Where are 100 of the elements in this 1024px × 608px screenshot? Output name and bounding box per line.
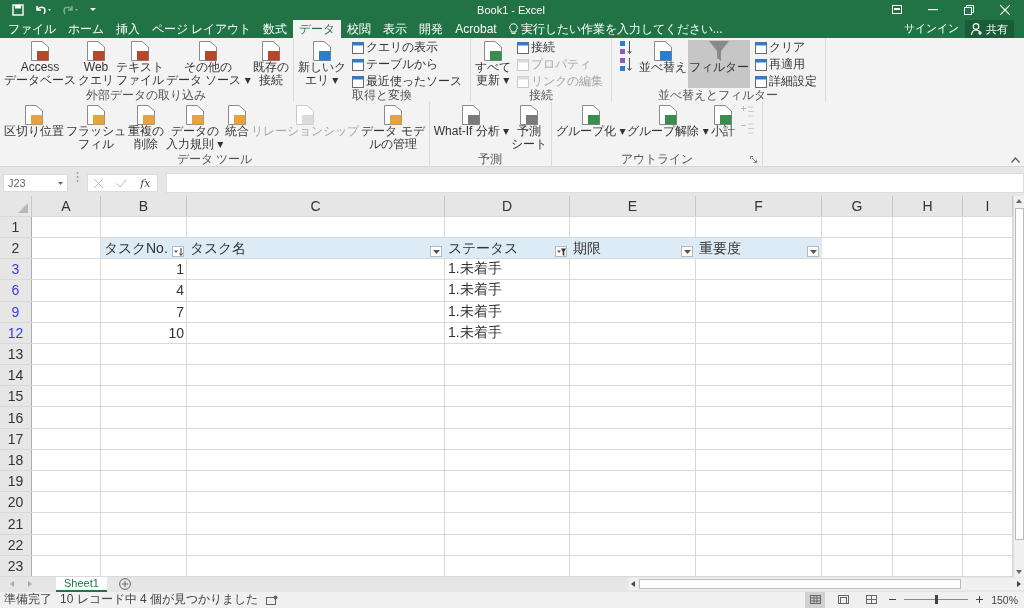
horizontal-scrollbar[interactable] [628, 578, 1024, 591]
ribbon-button[interactable]: 詳細設定 [752, 74, 819, 90]
formula-input[interactable] [166, 173, 1024, 194]
ribbon-button[interactable]: グループ化 ▾ [555, 104, 627, 153]
filter-dropdown-button[interactable] [555, 246, 567, 258]
ribbon-button[interactable]: 小計 [709, 104, 736, 153]
save-icon[interactable] [12, 3, 24, 16]
ribbon-button[interactable]: 新しいク エリ ▾ [296, 40, 347, 89]
zoom-slider-thumb[interactable] [935, 595, 939, 605]
ribbon-tab[interactable]: 開発 [413, 20, 450, 39]
ribbon-button[interactable]: クエリの表示 [349, 40, 464, 56]
ribbon-button[interactable]: Web クエリ [77, 40, 115, 89]
share-button[interactable]: 共有 [965, 20, 1014, 39]
row-header[interactable]: 23 [0, 555, 32, 576]
ribbon-button[interactable]: グループ解除 ▾ [626, 104, 710, 153]
sort-desc-button[interactable] [617, 57, 635, 73]
ribbon-button[interactable]: 再適用 [752, 57, 819, 73]
row-header[interactable]: 20 [0, 492, 32, 513]
column-header[interactable]: G [822, 195, 893, 216]
column-header[interactable]: H [893, 195, 963, 216]
column-header[interactable]: F [696, 195, 822, 216]
ribbon-button[interactable]: 重複の 削除 [127, 104, 165, 153]
column-header[interactable]: D [445, 195, 570, 216]
row-header[interactable]: 12 [0, 322, 32, 343]
scroll-up-icon[interactable] [1016, 198, 1022, 203]
column-header[interactable]: C [187, 195, 445, 216]
scroll-left-icon[interactable] [631, 581, 635, 588]
ribbon-button[interactable]: フラッシュ フィル [65, 104, 127, 153]
zoom-in-icon[interactable] [976, 596, 984, 604]
column-header[interactable]: B [101, 195, 187, 216]
table-cell-text: 7 [175, 302, 185, 322]
insert-function-button[interactable]: fx [140, 176, 151, 190]
ribbon-button[interactable]: 並べ替え [637, 40, 688, 89]
ribbon-button[interactable]: 最近使ったソース [349, 74, 464, 90]
sign-in-link[interactable]: サインイン [904, 21, 959, 37]
ribbon-button[interactable]: 既存の 接続 [251, 40, 290, 89]
ribbon-tab[interactable]: ページ レイアウト [146, 20, 258, 39]
row-header[interactable]: 2 [0, 238, 32, 259]
grip-icon[interactable] [76, 172, 79, 183]
add-sheet-icon[interactable] [118, 578, 131, 591]
column-header[interactable]: I [963, 195, 1013, 216]
ribbon-button[interactable]: 区切り位置 [3, 104, 65, 153]
row-header[interactable]: 9 [0, 301, 32, 322]
ribbon-button[interactable]: すべて 更新 ▾ [473, 40, 512, 89]
tell-me-field[interactable]: 実行したい作業を入力してください... [508, 20, 756, 39]
row-header[interactable]: 1 [0, 216, 32, 237]
row-header[interactable]: 15 [0, 386, 32, 407]
close-icon[interactable] [1000, 4, 1010, 15]
ribbon-tab[interactable]: 表示 [377, 20, 414, 39]
macro-record-icon[interactable] [266, 595, 279, 605]
row-header[interactable]: 6 [0, 280, 32, 301]
row-header[interactable]: 18 [0, 449, 32, 471]
undo-icon[interactable] [34, 3, 52, 16]
restore-icon[interactable] [964, 4, 974, 15]
ribbon-button[interactable]: その他の データ ソース ▾ [165, 40, 252, 89]
row-header[interactable]: 3 [0, 259, 32, 280]
ribbon-button[interactable]: フィルター [687, 40, 750, 89]
row-header[interactable]: 19 [0, 471, 32, 492]
ribbon-button[interactable]: テーブルから [349, 57, 464, 73]
ribbon-button[interactable]: 接続 [514, 40, 605, 56]
filter-dropdown-button[interactable] [430, 246, 442, 258]
row-header[interactable]: 13 [0, 343, 32, 365]
ribbon-tab[interactable]: 挿入 [110, 20, 146, 39]
ribbon-button[interactable]: クリア [752, 40, 819, 56]
filter-dropdown-button[interactable] [807, 246, 819, 258]
ribbon-tab[interactable]: ホーム [62, 20, 110, 39]
name-box[interactable]: J23 [3, 174, 68, 193]
column-header[interactable]: E [570, 195, 696, 216]
scroll-down-icon[interactable] [1016, 570, 1022, 574]
ribbon-button[interactable]: テキスト ファイル [115, 40, 165, 89]
ribbon-button[interactable]: 統合 [224, 104, 251, 153]
ribbon-tab[interactable]: ファイル [2, 20, 62, 39]
scroll-right-icon[interactable] [1017, 581, 1021, 588]
collapse-ribbon-icon[interactable] [1011, 157, 1020, 164]
customize-caret-icon[interactable] [90, 8, 96, 12]
sort-asc-button[interactable] [617, 40, 635, 56]
vertical-scrollbar[interactable] [1013, 195, 1024, 577]
column-header[interactable]: A [32, 195, 101, 216]
dropdown-arrow-icon [808, 247, 818, 256]
row-header[interactable]: 16 [0, 407, 32, 428]
row-header[interactable]: 14 [0, 365, 32, 386]
zoom-level[interactable]: 150% [991, 594, 1018, 606]
ribbon-button[interactable]: データの 入力規則 ▾ [165, 104, 225, 153]
group-label: 並べ替えとフィルター [658, 87, 779, 105]
row-header[interactable]: 17 [0, 428, 32, 449]
ribbon-tab[interactable]: Acrobat [449, 20, 503, 39]
ribbon-button[interactable]: 予測 シート [510, 104, 549, 153]
filter-dropdown-button[interactable] [681, 246, 693, 258]
ribbon-tab[interactable]: データ [293, 20, 342, 39]
ribbon-tab[interactable]: 校閲 [341, 20, 378, 39]
row-header[interactable]: 21 [0, 513, 32, 534]
filter-dropdown-button[interactable] [172, 246, 184, 258]
minimize-icon[interactable] [928, 8, 938, 11]
ribbon-button[interactable]: Access データベース [3, 40, 77, 89]
dialog-launcher-icon[interactable] [749, 156, 757, 164]
ribbon-tab[interactable]: 数式 [257, 20, 294, 39]
ribbon-options-icon[interactable] [892, 5, 902, 15]
ribbon-button[interactable]: What-If 分析 ▾ [432, 104, 511, 153]
row-header[interactable]: 22 [0, 534, 32, 555]
ribbon-button[interactable]: データ モデ ルの管理 [360, 104, 426, 153]
